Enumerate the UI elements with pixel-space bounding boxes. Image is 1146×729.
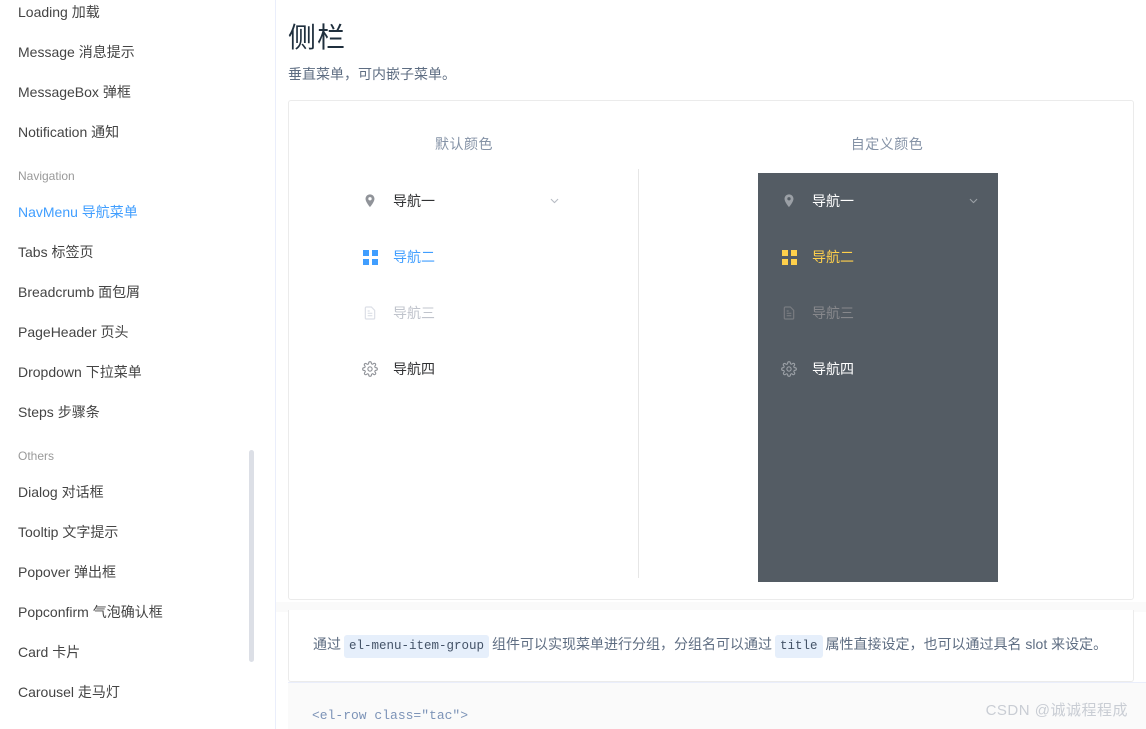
demo-description-text: 通过 el-menu-item-group 组件可以实现菜单进行分组，分组名可以通过…: [313, 633, 1108, 659]
menu-item-label: 导航二: [393, 249, 435, 265]
sidebar-group-others: Others: [18, 449, 55, 463]
menu-item-label: 导航一: [812, 193, 854, 209]
page-title: 侧栏: [288, 22, 347, 53]
menu-grid-icon: [361, 248, 379, 266]
chevron-down-icon: [967, 195, 980, 208]
main-content: 侧栏 垂直菜单，可内嵌子菜单。 默认颜色 导航一 导航二 导航三 导航四 自定义…: [276, 0, 1146, 729]
column-title-default: 默认颜色: [435, 136, 493, 152]
menu-item-nav-three: 导航三: [339, 285, 579, 341]
setting-icon: [780, 360, 798, 378]
page-root: Loading 加载 Message 消息提示 MessageBox 弹框 No…: [0, 0, 1146, 729]
sidebar-item-tabs[interactable]: Tabs 标签页: [0, 232, 275, 272]
sidebar-item-steps[interactable]: Steps 步骤条: [0, 392, 275, 432]
menu-item-nav-four-dark[interactable]: 导航四: [758, 341, 998, 397]
menu-item-label: 导航三: [812, 305, 854, 321]
menu-item-nav-one[interactable]: 导航一: [339, 173, 579, 229]
demo-row: 默认颜色 导航一 导航二 导航三 导航四 自定义颜色 导航一 导航二 导航三 导…: [289, 101, 1133, 599]
sidebar-item-popover[interactable]: Popover 弹出框: [0, 552, 275, 592]
sidebar-list: Loading 加载 Message 消息提示 MessageBox 弹框 No…: [0, 0, 275, 712]
page-description: 垂直菜单，可内嵌子菜单。: [288, 66, 456, 82]
menu-item-label: 导航四: [393, 361, 435, 377]
menu-grid-icon: [780, 248, 798, 266]
note-code-title: title: [775, 634, 823, 659]
menu-item-nav-two[interactable]: 导航二: [339, 229, 579, 285]
sidebar-item-pageheader[interactable]: PageHeader 页头: [0, 312, 275, 352]
location-icon: [361, 192, 379, 210]
menu-item-label: 导航一: [393, 193, 435, 209]
sidebar-item-dialog[interactable]: Dialog 对话框: [0, 472, 275, 512]
sidebar-item-navmenu[interactable]: NavMenu 导航菜单: [0, 192, 275, 232]
sidebar-item-card[interactable]: Card 卡片: [0, 632, 275, 672]
demo-description-box: 通过 el-menu-item-group 组件可以实现菜单进行分组，分组名可以通过…: [288, 610, 1134, 682]
note-part-2: 组件可以实现菜单进行分组，分组名可以通过: [492, 635, 773, 652]
csdn-watermark: CSDN @诚诚程程成: [985, 702, 1128, 719]
sidebar-item-carousel[interactable]: Carousel 走马灯: [0, 672, 275, 712]
sidebar-item-messagebox[interactable]: MessageBox 弹框: [0, 72, 275, 112]
sidebar-item-tooltip[interactable]: Tooltip 文字提示: [0, 512, 275, 552]
code-line: <el-row class="tac">: [312, 708, 469, 723]
docs-sidebar: Loading 加载 Message 消息提示 MessageBox 弹框 No…: [0, 0, 276, 729]
sidebar-item-message[interactable]: Message 消息提示: [0, 32, 275, 72]
menu-custom-colors: 导航一 导航二 导航三 导航四: [758, 173, 998, 582]
menu-default-colors: 导航一 导航二 导航三 导航四: [339, 173, 579, 397]
demo-column-default: 默认颜色 导航一 导航二 导航三 导航四: [289, 101, 639, 599]
sidebar-scrollbar-thumb[interactable]: [249, 450, 254, 662]
sidebar-item-breadcrumb[interactable]: Breadcrumb 面包屑: [0, 272, 275, 312]
note-part-1: 通过: [313, 635, 341, 652]
menu-item-label: 导航三: [393, 305, 435, 321]
sidebar-item-loading[interactable]: Loading 加载: [0, 0, 275, 32]
demo-block: 默认颜色 导航一 导航二 导航三 导航四 自定义颜色 导航一 导航二 导航三 导…: [288, 100, 1134, 600]
menu-item-nav-two-dark[interactable]: 导航二: [758, 229, 998, 285]
demo-column-custom: 自定义颜色 导航一 导航二 导航三 导航四: [639, 101, 1133, 599]
chevron-down-icon: [548, 195, 561, 208]
note-part-3: 属性直接设定，也可以通过具名 slot 来设定。: [825, 635, 1108, 652]
menu-item-nav-three-dark: 导航三: [758, 285, 998, 341]
sidebar-group-navigation: Navigation: [18, 169, 75, 183]
sidebar-item-popconfirm[interactable]: Popconfirm 气泡确认框: [0, 592, 275, 632]
sidebar-item-dropdown[interactable]: Dropdown 下拉菜单: [0, 352, 275, 392]
sidebar-item-notification[interactable]: Notification 通知: [0, 112, 275, 152]
location-icon: [780, 192, 798, 210]
setting-icon: [361, 360, 379, 378]
note-code-menu-item-group: el-menu-item-group: [344, 634, 490, 659]
column-title-custom: 自定义颜色: [850, 136, 924, 152]
menu-item-nav-one-dark[interactable]: 导航一: [758, 173, 998, 229]
document-icon: [780, 304, 798, 322]
document-icon: [361, 304, 379, 322]
menu-item-label: 导航二: [812, 249, 854, 265]
menu-item-label: 导航四: [812, 361, 854, 377]
menu-item-nav-four[interactable]: 导航四: [339, 341, 579, 397]
